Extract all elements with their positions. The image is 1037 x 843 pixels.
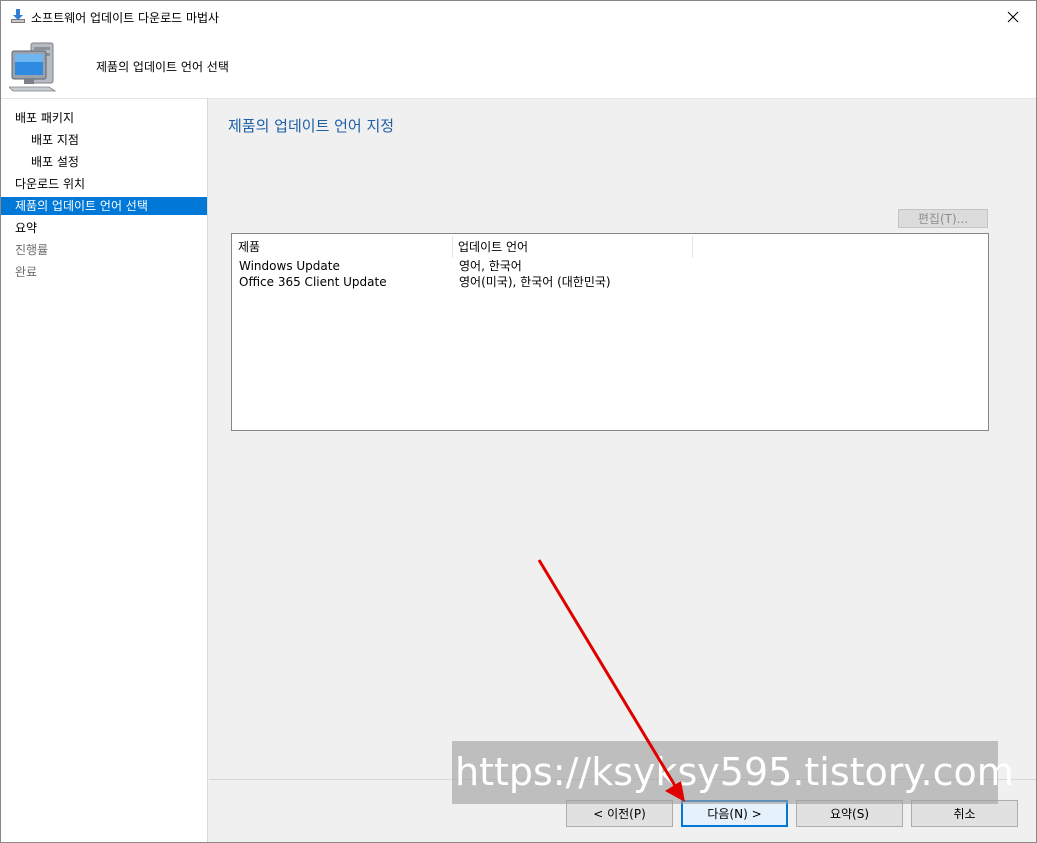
nav-item-label: 배포 패키지 [15, 111, 75, 125]
nav-item-deployment-package[interactable]: 배포 패키지 [1, 109, 207, 127]
previous-button[interactable]: < 이전(P) [566, 800, 673, 827]
watermark-text: https://ksyksy595.tistory.com [452, 741, 1014, 804]
computer-icon [8, 41, 65, 93]
wizard-steps-nav: 배포 패키지 배포 지점 배포 설정 다운로드 위치 제품의 업데이트 언어 선… [1, 99, 208, 842]
nav-item-label: 제품의 업데이트 언어 선택 [15, 199, 148, 213]
wizard-header: 제품의 업데이트 언어 선택 [1, 32, 1036, 99]
nav-item-label: 진행률 [15, 243, 49, 257]
nav-item-label: 요약 [15, 221, 38, 235]
product-language-list[interactable]: 제품 업데이트 언어 Windows Update 영어, 한국어 Office… [231, 233, 989, 431]
summary-button[interactable]: 요약(S) [796, 800, 903, 827]
column-header-language[interactable]: 업데이트 언어 [452, 236, 692, 258]
cell-language[interactable]: 영어, 한국어 [459, 258, 522, 274]
nav-item-label: 배포 지점 [31, 133, 79, 147]
cell-product[interactable]: Windows Update [239, 258, 340, 274]
cell-language[interactable]: 영어(미국), 한국어 (대한민국) [459, 274, 611, 290]
nav-item-progress: 진행률 [1, 241, 207, 259]
wizard-window: 소프트웨어 업데이트 다운로드 마법사 제품의 업데이트 언어 선택 배포 패키… [0, 0, 1037, 843]
next-button[interactable]: 다음(N) > [681, 800, 788, 827]
page-title: 제품의 업데이트 언어 지정 [228, 117, 395, 135]
close-icon [1007, 11, 1019, 22]
cancel-button[interactable]: 취소 [911, 800, 1018, 827]
column-header-product[interactable]: 제품 [232, 236, 452, 258]
nav-item-summary[interactable]: 요약 [1, 219, 207, 237]
title-bar[interactable]: 소프트웨어 업데이트 다운로드 마법사 [1, 1, 1036, 32]
nav-item-download-location[interactable]: 다운로드 위치 [1, 175, 207, 193]
nav-item-distribution-points[interactable]: 배포 지점 [1, 131, 207, 149]
edit-button[interactable]: 편집(T)... [898, 209, 988, 228]
window-title: 소프트웨어 업데이트 다운로드 마법사 [31, 11, 220, 25]
nav-item-distribution-settings[interactable]: 배포 설정 [1, 153, 207, 171]
nav-item-label: 완료 [15, 265, 38, 279]
nav-item-label: 다운로드 위치 [15, 177, 86, 191]
nav-item-completion: 완료 [1, 263, 207, 281]
column-separator[interactable] [692, 236, 693, 258]
header-title: 제품의 업데이트 언어 선택 [96, 60, 229, 74]
main-panel: 제품의 업데이트 언어 지정 편집(T)... 제품 업데이트 언어 Windo… [209, 99, 1036, 779]
close-button[interactable] [990, 1, 1036, 32]
download-icon [10, 8, 26, 24]
cell-product[interactable]: Office 365 Client Update [239, 274, 387, 290]
nav-item-label: 배포 설정 [31, 155, 79, 169]
nav-item-language-selection[interactable]: 제품의 업데이트 언어 선택 [1, 197, 207, 215]
